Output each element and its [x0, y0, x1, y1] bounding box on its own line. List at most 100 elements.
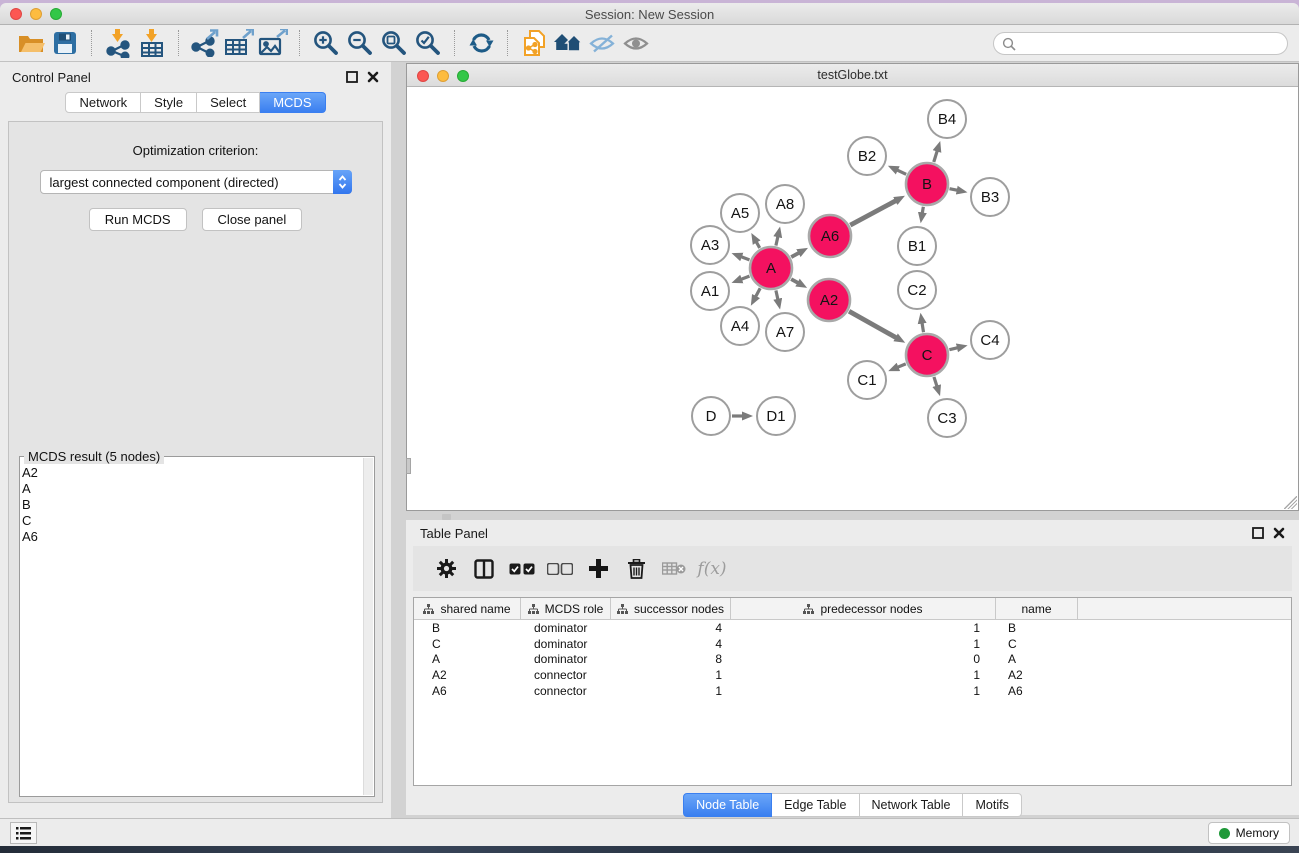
show-panels-button[interactable]	[10, 822, 37, 844]
graph-node-B3[interactable]: B3	[971, 178, 1009, 216]
memory-button[interactable]: Memory	[1208, 822, 1290, 844]
zoom-selected-button[interactable]	[411, 27, 445, 59]
graph-node-A2[interactable]: A2	[808, 279, 850, 321]
table-row[interactable]: A2 connector 1 1 A2	[414, 667, 1291, 683]
graph-node-C4[interactable]: C4	[971, 321, 1009, 359]
home-button[interactable]	[551, 27, 585, 59]
save-session-button[interactable]	[48, 27, 82, 59]
graph-edge-A-A4[interactable]	[756, 288, 761, 297]
criterion-select[interactable]: largest connected component (directed)	[40, 170, 352, 194]
canvas-scroll-nub[interactable]	[406, 458, 411, 474]
graph-node-A7[interactable]: A7	[766, 313, 804, 351]
tab-network-table[interactable]: Network Table	[860, 793, 964, 817]
graph-node-D[interactable]: D	[692, 397, 730, 435]
close-panel-icon[interactable]	[367, 71, 379, 83]
network-canvas[interactable]: A A1 A2 A3 A4 A5 A6 A7 A8 B B1 B2 B3 B4 C C1 C2 C3 C4 D D1	[407, 87, 1298, 510]
table-row[interactable]: A dominator 8 0 A	[414, 652, 1291, 668]
graph-edge-B-B4[interactable]	[934, 151, 938, 162]
graph-edge-A-A8[interactable]	[776, 236, 778, 245]
column-header-successor-nodes[interactable]: successor nodes	[611, 598, 731, 619]
delete-column-button[interactable]	[617, 552, 655, 586]
window-resize-grip[interactable]	[1284, 496, 1297, 509]
show-graphics-details-button[interactable]	[619, 27, 653, 59]
graph-edge-A-A5[interactable]	[756, 242, 760, 248]
import-table-button[interactable]	[135, 27, 169, 59]
graph-node-B[interactable]: B	[906, 163, 948, 205]
export-network-button[interactable]	[188, 27, 222, 59]
graph-node-A[interactable]: A	[750, 247, 792, 289]
column-header-shared-name[interactable]: shared name	[414, 598, 521, 619]
graph-node-D1[interactable]: D1	[757, 397, 795, 435]
network-window-titlebar[interactable]: testGlobe.txt	[407, 64, 1298, 87]
graph-edge-A-A6[interactable]	[791, 253, 799, 257]
select-all-button[interactable]	[503, 552, 541, 586]
run-mcds-button[interactable]: Run MCDS	[89, 208, 187, 231]
mcds-result-item[interactable]: B	[22, 497, 362, 513]
graph-edge-A6-B[interactable]	[850, 201, 896, 226]
graph-node-A3[interactable]: A3	[691, 226, 729, 264]
graph-edge-C-C1[interactable]	[897, 364, 905, 367]
table-row[interactable]: C dominator 4 1 C	[414, 636, 1291, 652]
graph-edge-C-C2[interactable]	[922, 323, 923, 333]
tab-motifs[interactable]: Motifs	[963, 793, 1021, 817]
graph-edge-B-B3[interactable]	[950, 189, 958, 191]
tab-mcds[interactable]: MCDS	[260, 92, 325, 113]
float-panel-icon[interactable]	[1252, 527, 1264, 539]
function-builder-button[interactable]: f(x)	[693, 552, 731, 586]
zoom-fit-button[interactable]	[377, 27, 411, 59]
column-header-mcds-role[interactable]: MCDS role	[521, 598, 611, 619]
tab-network[interactable]: Network	[65, 92, 141, 113]
graph-edge-A-A3[interactable]	[741, 257, 750, 260]
graph-edge-B-B2[interactable]	[897, 170, 906, 174]
graph-node-B1[interactable]: B1	[898, 227, 936, 265]
clone-network-button[interactable]	[517, 27, 551, 59]
mcds-result-item[interactable]: A2	[22, 465, 362, 481]
close-panel-button[interactable]: Close panel	[202, 208, 303, 231]
table-settings-button[interactable]	[427, 552, 465, 586]
graph-edge-B-B1[interactable]	[922, 207, 923, 214]
zoom-in-button[interactable]	[309, 27, 343, 59]
import-network-button[interactable]	[101, 27, 135, 59]
deselect-all-button[interactable]	[541, 552, 579, 586]
float-panel-icon[interactable]	[346, 71, 358, 83]
graph-edge-A-A7[interactable]	[776, 290, 778, 299]
search-input[interactable]	[1021, 34, 1287, 53]
graph-node-A6[interactable]: A6	[809, 215, 851, 257]
graph-node-B2[interactable]: B2	[848, 137, 886, 175]
hide-graphics-details-button[interactable]	[585, 27, 619, 59]
zoom-out-button[interactable]	[343, 27, 377, 59]
graph-node-C2[interactable]: C2	[898, 271, 936, 309]
graph-node-C1[interactable]: C1	[848, 361, 886, 399]
graph-node-A4[interactable]: A4	[721, 307, 759, 345]
tab-edge-table[interactable]: Edge Table	[772, 793, 859, 817]
tab-node-table[interactable]: Node Table	[683, 793, 772, 817]
tab-select[interactable]: Select	[197, 92, 260, 113]
export-table-button[interactable]	[222, 27, 256, 59]
close-panel-icon[interactable]	[1273, 527, 1285, 539]
apply-layout-button[interactable]	[464, 27, 498, 59]
graph-node-B4[interactable]: B4	[928, 100, 966, 138]
export-image-button[interactable]	[256, 27, 290, 59]
open-session-button[interactable]	[14, 27, 48, 59]
graph-edge-A-A1[interactable]	[741, 276, 750, 279]
table-row[interactable]: A6 connector 1 1 A6	[414, 683, 1291, 699]
graph-node-C3[interactable]: C3	[928, 399, 966, 437]
column-header-predecessor-nodes[interactable]: predecessor nodes	[731, 598, 996, 619]
result-list-scrollbar[interactable]	[363, 458, 373, 795]
tab-style[interactable]: Style	[141, 92, 197, 113]
graph-node-A1[interactable]: A1	[691, 272, 729, 310]
delete-table-button[interactable]	[655, 552, 693, 586]
column-header-name[interactable]: name	[996, 598, 1078, 619]
graph-node-A8[interactable]: A8	[766, 185, 804, 223]
graph-node-A5[interactable]: A5	[721, 194, 759, 232]
graph-node-C[interactable]: C	[906, 334, 948, 376]
graph-edge-A-A2[interactable]	[791, 279, 798, 283]
mcds-result-item[interactable]: A6	[22, 529, 362, 545]
graph-edge-A2-C[interactable]	[849, 311, 896, 338]
search-box[interactable]	[993, 32, 1288, 55]
table-row[interactable]: B dominator 4 1 B	[414, 620, 1291, 636]
add-column-button[interactable]	[579, 552, 617, 586]
graph-edge-C-C3[interactable]	[934, 377, 937, 387]
mcds-result-item[interactable]: A	[22, 481, 362, 497]
toggle-columns-button[interactable]	[465, 552, 503, 586]
